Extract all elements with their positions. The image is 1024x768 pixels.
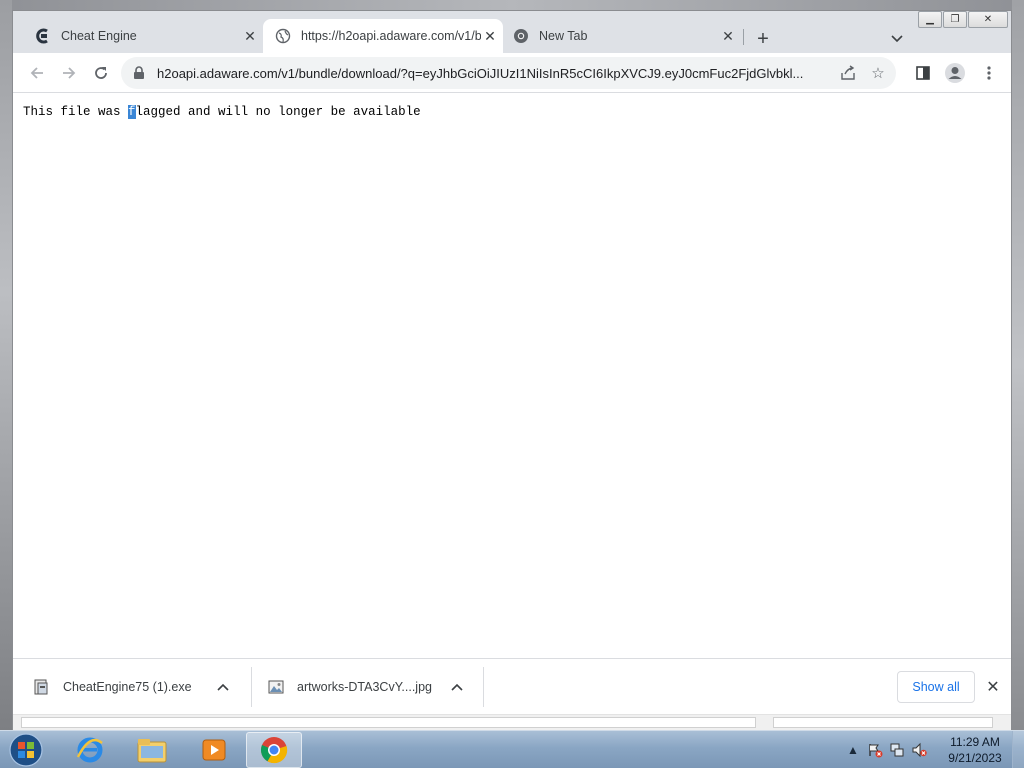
- share-icon[interactable]: [836, 61, 860, 85]
- chevron-up-icon[interactable]: [447, 677, 467, 697]
- internet-explorer-icon[interactable]: [62, 732, 118, 768]
- new-tab-button[interactable]: +: [751, 27, 775, 51]
- text-selection: f: [128, 105, 136, 119]
- tab-cheat-engine[interactable]: Cheat Engine ✕: [23, 19, 263, 53]
- globe-icon: [275, 28, 291, 44]
- image-file-icon: [267, 678, 285, 696]
- address-bar[interactable]: h2oapi.adaware.com/v1/bundle/download/?q…: [121, 57, 896, 89]
- download-divider: [251, 667, 252, 707]
- clock-time: 11:29 AM: [950, 735, 1000, 749]
- lock-icon[interactable]: [133, 66, 147, 80]
- tab-divider: [743, 29, 744, 45]
- download-item-artworks[interactable]: artworks-DTA3CvY....jpg: [267, 667, 467, 707]
- download-item-cheatengine[interactable]: CheatEngine75 (1).exe: [33, 667, 233, 707]
- scrollbar-track: [773, 717, 993, 728]
- tab-title: Cheat Engine: [61, 29, 137, 43]
- tab-strip: Cheat Engine ✕ https://h2oapi.adaware.co…: [13, 11, 1011, 53]
- download-divider: [483, 667, 484, 707]
- message-text: This file was: [23, 105, 129, 119]
- back-button[interactable]: [25, 61, 49, 85]
- clock-date: 9/21/2023: [948, 751, 1002, 765]
- download-filename: artworks-DTA3CvY....jpg: [297, 680, 432, 694]
- tab-search-chevron-down-icon[interactable]: [885, 27, 909, 51]
- browser-window: Cheat Engine ✕ https://h2oapi.adaware.co…: [12, 10, 1012, 730]
- close-tab-icon[interactable]: ✕: [719, 27, 737, 45]
- close-download-shelf-icon[interactable]: ✕: [981, 675, 1005, 699]
- menu-kebab-icon[interactable]: [977, 61, 1001, 85]
- system-tray: ▲: [842, 731, 930, 768]
- page-content: This file was flagged and will no longer…: [13, 94, 1011, 659]
- desktop-background-right: [1012, 0, 1024, 730]
- horizontal-scrollbar[interactable]: [13, 714, 1011, 730]
- minimize-button[interactable]: ▁: [918, 11, 942, 28]
- installer-icon: [33, 678, 51, 696]
- message-text: lagged and will no longer be available: [135, 105, 421, 119]
- show-all-downloads-button[interactable]: Show all: [897, 671, 975, 703]
- windows-taskbar: ▲ 11:29 AM 9/21/2023: [0, 730, 1024, 768]
- action-center-flag-icon[interactable]: [864, 739, 886, 761]
- browser-toolbar: h2oapi.adaware.com/v1/bundle/download/?q…: [13, 53, 1011, 93]
- cheat-engine-icon: [35, 28, 51, 44]
- close-tab-icon[interactable]: ✕: [481, 27, 499, 45]
- url-text[interactable]: h2oapi.adaware.com/v1/bundle/download/?q…: [157, 66, 836, 81]
- close-window-button[interactable]: ✕: [968, 11, 1008, 28]
- tab-title: New Tab: [539, 29, 588, 43]
- desktop-background-left: [0, 0, 12, 730]
- restore-button[interactable]: ❐: [943, 11, 967, 28]
- tab-new-tab[interactable]: New Tab ✕: [503, 19, 741, 53]
- scrollbar-thumb[interactable]: [21, 717, 756, 728]
- file-explorer-icon[interactable]: [124, 732, 180, 768]
- profile-avatar-icon[interactable]: [943, 61, 967, 85]
- media-player-icon[interactable]: [186, 732, 242, 768]
- window-controls: ▁ ❐ ✕: [917, 11, 1008, 29]
- system-clock[interactable]: 11:29 AM 9/21/2023: [940, 734, 1010, 766]
- tab-title: https://h2oapi.adaware.com/v1/b: [301, 29, 481, 43]
- show-desktop-button[interactable]: [1012, 731, 1024, 768]
- download-shelf: CheatEngine75 (1).exe artworks-DTA3CvY..…: [13, 658, 1011, 714]
- chrome-icon: [513, 28, 529, 44]
- show-hidden-icons-chevron-up-icon[interactable]: ▲: [842, 739, 864, 761]
- tab-adaware-download[interactable]: https://h2oapi.adaware.com/v1/b ✕: [263, 19, 503, 53]
- download-filename: CheatEngine75 (1).exe: [63, 680, 192, 694]
- close-tab-icon[interactable]: ✕: [241, 27, 259, 45]
- chrome-icon[interactable]: [246, 732, 302, 768]
- file-flagged-message: This file was flagged and will no longer…: [23, 105, 421, 119]
- volume-muted-icon[interactable]: [908, 739, 930, 761]
- network-icon[interactable]: [886, 739, 908, 761]
- chevron-up-icon[interactable]: [213, 677, 233, 697]
- side-panel-icon[interactable]: [911, 61, 935, 85]
- start-button[interactable]: [6, 731, 46, 768]
- bookmark-star-icon[interactable]: ☆: [866, 61, 890, 85]
- reload-button[interactable]: [89, 61, 113, 85]
- forward-button[interactable]: [57, 61, 81, 85]
